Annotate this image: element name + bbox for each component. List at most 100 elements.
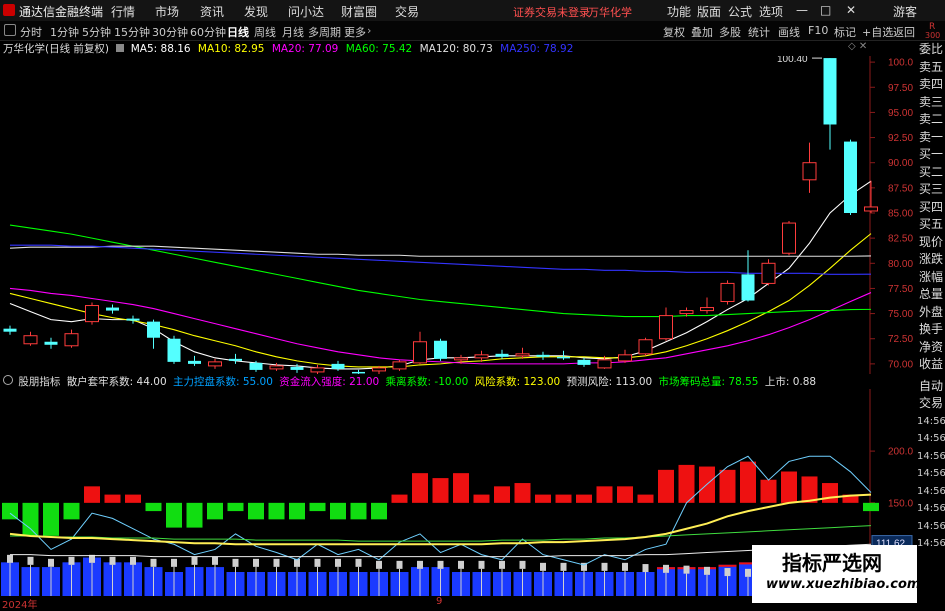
- ind-gray-marker: [335, 558, 341, 567]
- ind-gray-marker: [663, 564, 669, 573]
- candle-body: [290, 366, 304, 370]
- price-chart[interactable]: 100.0 97.50 95.00 92.50 90.00 87.50 85.00 82.50…: [0, 56, 917, 374]
- menu-formula[interactable]: 公式: [728, 3, 752, 20]
- panel-earnings[interactable]: 收益: [917, 356, 945, 374]
- toolbar-draw[interactable]: 画线: [778, 24, 800, 40]
- period-tab-daily[interactable]: 日线: [227, 24, 249, 40]
- panel-net-assets[interactable]: 净资: [917, 339, 945, 357]
- period-tab-15min[interactable]: 15分钟: [114, 24, 150, 40]
- maximize-button[interactable]: □: [820, 3, 831, 17]
- menu-market-quotes[interactable]: 行情: [111, 3, 135, 20]
- panel-change-pct[interactable]: 涨幅: [917, 269, 945, 287]
- panel-bid4[interactable]: 买四: [917, 199, 945, 217]
- minimize-button[interactable]: —: [796, 3, 808, 17]
- period-tab-1min[interactable]: 1分钟: [50, 24, 79, 40]
- panel-time-6: 14:56: [917, 520, 945, 532]
- panel-ask5[interactable]: 卖五: [917, 59, 945, 77]
- period-tab-more[interactable]: 更多: [344, 24, 366, 40]
- candle-body: [864, 206, 878, 212]
- period-tab-30min[interactable]: 30分钟: [152, 24, 188, 40]
- ma-settings-icon[interactable]: [116, 44, 125, 52]
- panel-price[interactable]: 现价: [917, 234, 945, 252]
- panel-bid2[interactable]: 买二: [917, 164, 945, 182]
- panel-bid5[interactable]: 买五: [917, 216, 945, 234]
- app-title: 通达信金融终端: [19, 5, 104, 19]
- candle-body: [597, 359, 612, 369]
- trade-login-notice[interactable]: 证券交易未登录: [513, 4, 590, 20]
- header-stock-name: 万华化学: [588, 6, 632, 19]
- menu-trade[interactable]: 交易: [395, 3, 419, 20]
- candle-body: [659, 315, 673, 340]
- guest-user[interactable]: 游客: [893, 3, 917, 20]
- panel-time-0: 14:56: [917, 415, 945, 427]
- menu-functions[interactable]: 功能: [667, 3, 691, 20]
- close-button[interactable]: ✕: [846, 3, 856, 17]
- panel-bid-ratio[interactable]: 委比: [917, 41, 945, 59]
- title-bar: 通达信金融终端 行情 市场 资讯 发现 问小达 财富圈 交易 证券交易未登录 万…: [0, 0, 945, 22]
- panel-bid1[interactable]: 买一: [917, 146, 945, 164]
- panel-auto[interactable]: 自动: [917, 378, 945, 396]
- ind-gray-marker: [622, 562, 628, 571]
- menu-ask[interactable]: 问小达: [288, 3, 324, 20]
- period-tab-5min[interactable]: 5分钟: [82, 24, 111, 40]
- ind-bar-negative: [43, 502, 59, 536]
- chart-expand-icon[interactable]: ◇ ✕: [848, 41, 867, 52]
- panel-ask1[interactable]: 卖一: [917, 129, 945, 147]
- indicator-settings-icon[interactable]: [3, 375, 13, 385]
- toolbar-f10[interactable]: F10: [808, 24, 828, 37]
- menu-options[interactable]: 选项: [759, 3, 783, 20]
- panel-time-5: 14:56: [917, 503, 945, 514]
- toolbar-multi-stock[interactable]: 多股: [719, 24, 741, 40]
- ind-gray-marker: [437, 560, 444, 569]
- candle-body: [331, 363, 345, 369]
- ind-gray-marker: [273, 558, 280, 567]
- period-gear-icon[interactable]: [4, 24, 16, 36]
- ind-gray-marker: [7, 554, 13, 563]
- panel-ask2[interactable]: 卖二: [917, 111, 945, 129]
- panel-trade[interactable]: 交易: [917, 395, 945, 413]
- toolbar-back[interactable]: 返回: [893, 24, 915, 40]
- panel-bid3[interactable]: 买三: [917, 181, 945, 199]
- period-bar: 分时 1分钟 5分钟 15分钟 30分钟 60分钟 日线 周线 月线 多周期 更…: [0, 21, 945, 41]
- ind-bar-positive: [719, 469, 736, 503]
- ind-bar-negative: [207, 502, 223, 520]
- candle-body: [618, 354, 632, 362]
- more-chevron-icon[interactable]: ›: [367, 24, 371, 37]
- period-tab-60min[interactable]: 60分钟: [190, 24, 226, 40]
- toolbar-add-watchlist[interactable]: +自选: [862, 24, 893, 40]
- indicator-name: 股朋指标: [18, 376, 61, 388]
- ind-bar-negative: [248, 502, 264, 520]
- menu-discover[interactable]: 发现: [244, 3, 268, 20]
- ind-gray-marker: [130, 556, 136, 565]
- ind-forecast-risk: 预测风险: 113.00: [566, 376, 653, 388]
- ind-bar-positive: [125, 494, 141, 503]
- menu-layout[interactable]: 版面: [697, 3, 721, 20]
- indicator-legend: 股朋指标 散户套牢系数: 44.00 主力控盘系数: 55.00 资金流入强度:…: [0, 374, 819, 388]
- ind-gray-marker: [745, 568, 751, 577]
- toolbar-overlay[interactable]: 叠加: [691, 24, 713, 40]
- panel-outer[interactable]: 外盘: [917, 304, 945, 322]
- panel-volume[interactable]: 总量: [917, 286, 945, 304]
- panel-change[interactable]: 涨跌: [917, 251, 945, 269]
- ind-gray-marker: [253, 558, 259, 567]
- toolbar-stats[interactable]: 统计: [748, 24, 770, 40]
- toolbar-adjust[interactable]: 复权: [663, 24, 685, 40]
- menu-market[interactable]: 市场: [155, 3, 179, 20]
- menu-wealth[interactable]: 财富圈: [341, 3, 377, 20]
- panel-time-3: 14:56: [917, 468, 945, 479]
- panel-ask3[interactable]: 卖三: [917, 94, 945, 112]
- period-tab-multi[interactable]: 多周期: [308, 24, 341, 40]
- period-tab-monthly[interactable]: 月线: [282, 24, 304, 40]
- ind-gray-marker: [191, 556, 198, 565]
- period-tab-weekly[interactable]: 周线: [254, 24, 276, 40]
- period-tab-timeshare[interactable]: 分时: [20, 24, 42, 40]
- x-axis-month: 9: [436, 596, 443, 607]
- toolbar-mark[interactable]: 标记: [834, 24, 856, 40]
- candle-body: [126, 318, 140, 321]
- menu-news[interactable]: 资讯: [200, 3, 224, 20]
- candle-body: [269, 365, 284, 370]
- panel-turnover[interactable]: 换手: [917, 321, 945, 339]
- ind-gray-marker: [355, 558, 362, 567]
- candle-body: [638, 339, 653, 355]
- panel-ask4[interactable]: 卖四: [917, 76, 945, 94]
